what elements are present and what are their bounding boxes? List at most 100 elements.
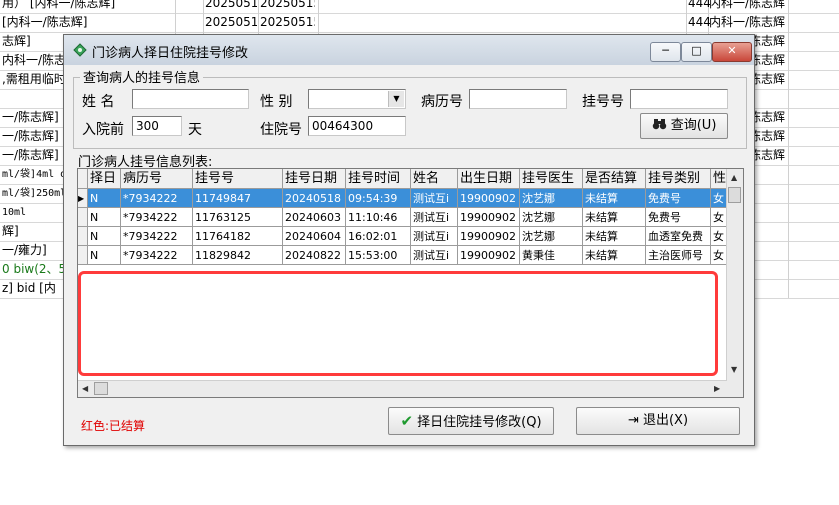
outpatient-reg-modify-dialog: 门诊病人择日住院挂号修改 ─ □ ✕ 查询病人的挂号信息 姓 名 性 别 ▼ 病… xyxy=(63,34,755,446)
scroll-left-icon[interactable]: ◀ xyxy=(82,384,88,393)
column-header[interactable]: 挂号号 xyxy=(193,169,283,189)
cell-sex[interactable]: 女 xyxy=(711,208,727,227)
column-header[interactable]: 出生日期 xyxy=(458,169,520,189)
cell-time[interactable]: 15:53:00 xyxy=(346,246,411,265)
bg-order-cell: 用） [内科一/陈志辉] xyxy=(2,0,116,10)
cell-time[interactable]: 16:02:01 xyxy=(346,227,411,246)
cell-type[interactable]: 血透室免费 xyxy=(646,227,711,246)
cell-settled[interactable]: 未结算 xyxy=(583,208,646,227)
grid-corner xyxy=(78,169,88,189)
reg-no-label: 挂号号 xyxy=(582,94,624,110)
inpatient-no-label: 住院号 xyxy=(260,122,302,138)
cell-name[interactable]: 测试互i xyxy=(411,208,458,227)
cell-record[interactable]: *7934222 xyxy=(121,227,193,246)
title-bar[interactable]: 门诊病人择日住院挂号修改 ─ □ ✕ xyxy=(64,35,754,65)
name-label: 姓 名 xyxy=(82,94,115,110)
horizontal-scrollbar[interactable]: ◀ ▶ xyxy=(78,380,727,397)
horizontal-scroll-thumb[interactable] xyxy=(94,382,108,395)
column-header[interactable]: 挂号时间 xyxy=(346,169,411,189)
cell-birth[interactable]: 19900902 xyxy=(458,208,520,227)
cell-pick[interactable]: N xyxy=(88,227,121,246)
column-header[interactable]: 是否结算 xyxy=(583,169,646,189)
record-no-input[interactable] xyxy=(469,89,567,109)
vertical-scrollbar[interactable]: ▲ ▼ xyxy=(726,169,743,397)
vertical-scroll-thumb[interactable] xyxy=(728,187,741,203)
table-row[interactable]: N *7934222 11763125 20240603 11:10:46 测试互i 199… xyxy=(78,208,743,227)
cell-regno[interactable]: 11764182 xyxy=(193,227,283,246)
bg-row: 用） [内科一/陈志辉] 2025051520250515 44450837内科一/… xyxy=(0,0,839,14)
column-header[interactable]: 挂号类别 xyxy=(646,169,711,189)
modify-button[interactable]: ✔ 择日住院挂号修改(Q) xyxy=(388,407,554,435)
cell-sex[interactable]: 女 xyxy=(711,246,727,265)
close-button[interactable]: ✕ xyxy=(712,42,752,62)
cell-pick[interactable]: N xyxy=(88,189,121,208)
cell-record[interactable]: *7934222 xyxy=(121,246,193,265)
column-header[interactable]: 姓名 xyxy=(411,169,458,189)
cell-record[interactable]: *7934222 xyxy=(121,189,193,208)
days-unit-label: 天 xyxy=(188,122,202,138)
chevron-down-icon[interactable]: ▼ xyxy=(388,91,404,107)
column-header[interactable]: 挂号医生 xyxy=(520,169,583,189)
bg-date-cell: 20250515 xyxy=(205,0,257,10)
column-header[interactable]: 择日 xyxy=(88,169,121,189)
cell-sex[interactable]: 女 xyxy=(711,189,727,208)
table-row[interactable]: N *7934222 11764182 20240604 16:02:01 测试互i 199… xyxy=(78,227,743,246)
cell-settled[interactable]: 未结算 xyxy=(583,227,646,246)
query-button[interactable]: 查询(U) xyxy=(640,113,728,139)
cell-name[interactable]: 测试互i xyxy=(411,227,458,246)
name-input[interactable] xyxy=(132,89,249,109)
cell-birth[interactable]: 19900902 xyxy=(458,189,520,208)
cell-date[interactable]: 20240822 xyxy=(283,246,346,265)
dialog-title: 门诊病人择日住院挂号修改 xyxy=(92,46,249,61)
cell-settled[interactable]: 未结算 xyxy=(583,246,646,265)
reg-no-input[interactable] xyxy=(630,89,728,109)
cell-record[interactable]: *7934222 xyxy=(121,208,193,227)
cell-date[interactable]: 20240604 xyxy=(283,227,346,246)
cell-time[interactable]: 11:10:46 xyxy=(346,208,411,227)
cell-type[interactable]: 免费号 xyxy=(646,189,711,208)
cell-type[interactable]: 免费号 xyxy=(646,208,711,227)
column-header[interactable]: 挂号日期 xyxy=(283,169,346,189)
cell-birth[interactable]: 19900902 xyxy=(458,246,520,265)
days-before-input[interactable] xyxy=(132,116,182,136)
bg-code-cell: 44450836 xyxy=(688,15,710,29)
cell-time[interactable]: 09:54:39 xyxy=(346,189,411,208)
bg-code-cell: 44450837 xyxy=(688,0,710,10)
cell-doctor[interactable]: 沈艺娜 xyxy=(520,227,583,246)
cell-sex[interactable]: 女 xyxy=(711,227,727,246)
cell-regno[interactable]: 11829842 xyxy=(193,246,283,265)
exit-button-label: 退出(X) xyxy=(642,413,689,428)
cell-date[interactable]: 20240603 xyxy=(283,208,346,227)
row-indicator xyxy=(78,227,88,246)
maximize-button[interactable]: □ xyxy=(681,42,712,62)
cell-doctor[interactable]: 黄秉佳 xyxy=(520,246,583,265)
cell-birth[interactable]: 19900902 xyxy=(458,227,520,246)
current-row-indicator-icon: ▶ xyxy=(78,189,88,208)
cell-pick[interactable]: N xyxy=(88,208,121,227)
scroll-right-icon[interactable]: ▶ xyxy=(714,384,720,393)
scroll-up-icon[interactable]: ▲ xyxy=(731,173,737,182)
column-header[interactable]: 病历号 xyxy=(121,169,193,189)
gender-select[interactable]: ▼ xyxy=(308,89,406,109)
cell-date[interactable]: 20240518 xyxy=(283,189,346,208)
cell-settled[interactable]: 未结算 xyxy=(583,189,646,208)
cell-name[interactable]: 测试互i xyxy=(411,246,458,265)
modify-button-label: 择日住院挂号修改(Q) xyxy=(417,415,542,430)
column-header[interactable]: 性 xyxy=(711,169,727,189)
exit-door-icon: ⇥ xyxy=(627,413,639,428)
grid-header: 择日 病历号 挂号号 挂号日期 挂号时间 姓名 出生日期 挂号医生 是否结算 挂号类别性 xyxy=(78,169,743,189)
cell-doctor[interactable]: 沈艺娜 xyxy=(520,208,583,227)
minimize-button[interactable]: ─ xyxy=(650,42,681,62)
inpatient-no-input[interactable] xyxy=(308,116,406,136)
cell-regno[interactable]: 11763125 xyxy=(193,208,283,227)
scroll-down-icon[interactable]: ▼ xyxy=(731,365,737,374)
cell-doctor[interactable]: 沈艺娜 xyxy=(520,189,583,208)
table-row[interactable]: ▶ N *7934222 11749847 20240518 09:54:39 测试互i 19… xyxy=(78,189,743,208)
days-before-label: 入院前 xyxy=(82,122,124,138)
table-row[interactable]: N *7934222 11829842 20240822 15:53:00 测试互i 199… xyxy=(78,246,743,265)
cell-pick[interactable]: N xyxy=(88,246,121,265)
exit-button[interactable]: ⇥ 退出(X) xyxy=(576,407,740,435)
cell-type[interactable]: 主治医师号 xyxy=(646,246,711,265)
cell-regno[interactable]: 11749847 xyxy=(193,189,283,208)
cell-name[interactable]: 测试互i xyxy=(411,189,458,208)
